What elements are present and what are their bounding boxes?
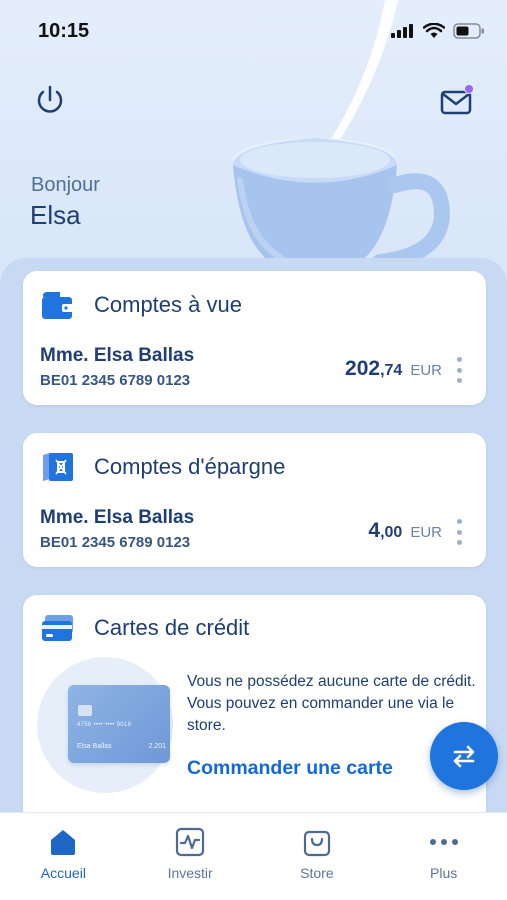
account-holder: Mme. Elsa Ballas bbox=[40, 507, 195, 528]
tab-accueil[interactable]: Accueil bbox=[0, 813, 127, 900]
card-validity: 2.201 bbox=[148, 743, 166, 750]
status-icons bbox=[391, 23, 485, 39]
balance-integer: 4 bbox=[368, 519, 381, 542]
battery-icon bbox=[453, 23, 484, 39]
credit-card-icon bbox=[42, 615, 73, 641]
card-number: 4756 •••• •••• 9018 bbox=[77, 722, 132, 728]
cellular-signal-icon bbox=[391, 24, 413, 38]
account-options-button[interactable] bbox=[454, 357, 464, 383]
account-iban: BE01 2345 6789 0123 bbox=[40, 534, 191, 551]
account-holder: Mme. Elsa Ballas bbox=[40, 345, 195, 366]
shopping-bag-icon bbox=[300, 825, 334, 859]
account-iban: BE01 2345 6789 0123 bbox=[40, 372, 191, 389]
greeting-label: Bonjour bbox=[31, 174, 100, 196]
more-dots-icon bbox=[427, 825, 461, 859]
kebab-dot bbox=[456, 378, 462, 383]
card-title: Comptes à vue bbox=[94, 292, 242, 317]
logout-button[interactable] bbox=[30, 80, 70, 120]
tab-label: Store bbox=[300, 865, 334, 881]
kebab-dot bbox=[456, 367, 462, 373]
credit-cards-card: Cartes de crédit 4756 •••• •••• 9018 Els… bbox=[23, 595, 486, 812]
card-holder: Elsa Ballas bbox=[77, 743, 112, 750]
current-account-card[interactable]: Comptes à vue Mme. Elsa Ballas BE01 2345… bbox=[23, 271, 486, 405]
card-header: Comptes d'épargne bbox=[40, 451, 285, 483]
kebab-dot bbox=[456, 529, 462, 535]
tab-label: Plus bbox=[430, 865, 458, 881]
savings-book-icon bbox=[43, 453, 73, 481]
tab-investir[interactable]: Investir bbox=[127, 813, 254, 900]
card-title: Comptes d'épargne bbox=[94, 454, 286, 479]
messages-button[interactable] bbox=[436, 82, 476, 122]
kebab-dot bbox=[456, 519, 462, 524]
kebab-dot bbox=[456, 540, 462, 545]
power-icon bbox=[37, 85, 63, 113]
account-balance: 202 ,74 EUR bbox=[345, 357, 442, 381]
card-header: Cartes de crédit bbox=[40, 613, 249, 643]
header-hero: 10:15 Bonjour Elsa bbox=[0, 0, 507, 300]
card-chip bbox=[78, 705, 92, 716]
balance-integer: 202 bbox=[345, 357, 381, 380]
card-header: Comptes à vue bbox=[40, 289, 242, 321]
no-card-message: Vous ne possédez aucune carte de crédit.… bbox=[187, 673, 476, 734]
balance-decimals: ,00 bbox=[380, 524, 403, 541]
kebab-dot bbox=[456, 357, 462, 362]
tab-store[interactable]: Store bbox=[254, 813, 381, 900]
home-icon bbox=[46, 825, 80, 859]
transfer-arrows-icon bbox=[453, 745, 475, 768]
balance-decimals: ,74 bbox=[380, 362, 403, 379]
status-bar: 10:15 bbox=[0, 0, 507, 62]
wifi-icon bbox=[423, 23, 445, 38]
tab-label: Investir bbox=[167, 865, 213, 881]
notification-dot bbox=[464, 84, 474, 94]
account-options-button[interactable] bbox=[454, 519, 464, 545]
account-balance: 4 ,00 EUR bbox=[368, 519, 442, 543]
tab-plus[interactable]: Plus bbox=[380, 813, 507, 900]
status-time: 10:15 bbox=[38, 19, 90, 42]
balance-currency: EUR bbox=[410, 524, 442, 541]
bottom-tab-bar: Accueil Investir Store Plus bbox=[0, 812, 507, 900]
balance-currency: EUR bbox=[410, 362, 442, 379]
savings-account-card[interactable]: Comptes d'épargne Mme. Elsa Ballas BE01 … bbox=[23, 433, 486, 567]
wallet-icon bbox=[42, 292, 73, 319]
order-card-link[interactable]: Commander une carte bbox=[187, 757, 393, 780]
credit-card-illustration: 4756 •••• •••• 9018 Elsa Ballas 2.201 bbox=[68, 685, 170, 763]
user-name: Elsa bbox=[30, 200, 81, 230]
card-title: Cartes de crédit bbox=[94, 615, 250, 640]
chart-pulse-icon bbox=[173, 825, 207, 859]
tab-label: Accueil bbox=[40, 865, 86, 881]
transfer-button[interactable] bbox=[430, 722, 498, 790]
